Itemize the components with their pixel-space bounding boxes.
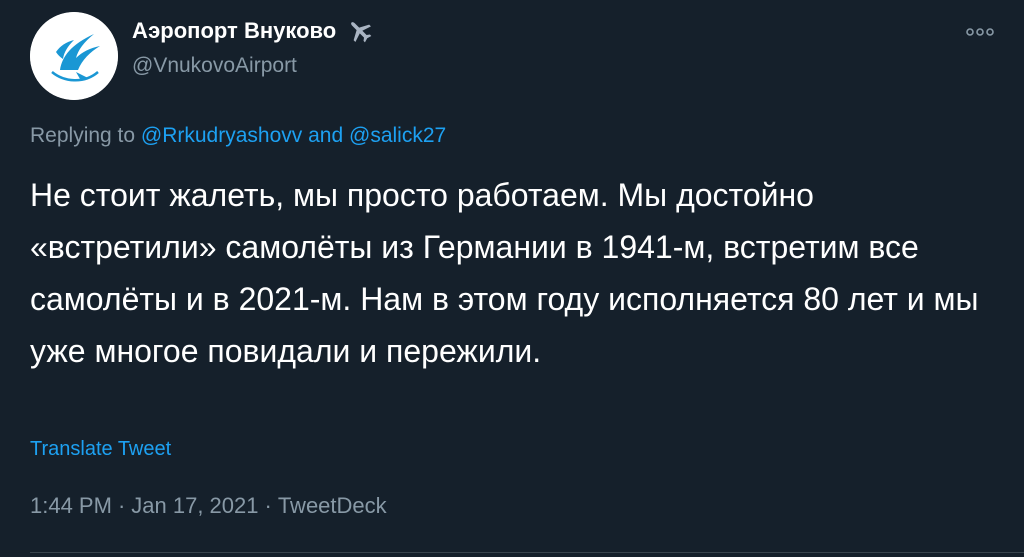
tweet-card: Аэропорт Внуково @VnukovoAirport Replyin… (0, 0, 1024, 557)
reply-user-link-2[interactable]: @salick27 (349, 124, 446, 147)
replying-to: Replying to @Rrkudryashovv and @salick27 (30, 122, 446, 150)
reply-user-link-1[interactable]: @Rrkudryashovv (141, 124, 302, 147)
avatar[interactable] (30, 12, 118, 100)
tweet-time[interactable]: 1:44 PM (30, 493, 112, 518)
more-options-icon[interactable] (964, 22, 996, 42)
tweet-source[interactable]: TweetDeck (278, 493, 387, 518)
tweet-text: Не стоит жалеть, мы просто работаем. Мы … (30, 177, 979, 369)
author-handle[interactable]: @VnukovoAirport (132, 52, 297, 80)
vnukovo-logo-icon (30, 12, 118, 100)
tweet-date[interactable]: Jan 17, 2021 (131, 493, 258, 518)
author-display-name[interactable]: Аэропорт Внуково (132, 17, 336, 45)
tweet-metadata: 1:44 PM · Jan 17, 2021 · TweetDeck (30, 492, 387, 520)
author-name-row: Аэропорт Внуково (132, 17, 374, 45)
airplane-icon (351, 22, 372, 43)
meta-separator-2: · (264, 493, 272, 518)
meta-separator-1: · (117, 493, 126, 518)
replying-prefix: Replying to (30, 124, 136, 147)
translate-tweet-link[interactable]: Translate Tweet (30, 436, 171, 462)
divider (30, 552, 1024, 553)
reply-and-text: and (308, 124, 344, 147)
